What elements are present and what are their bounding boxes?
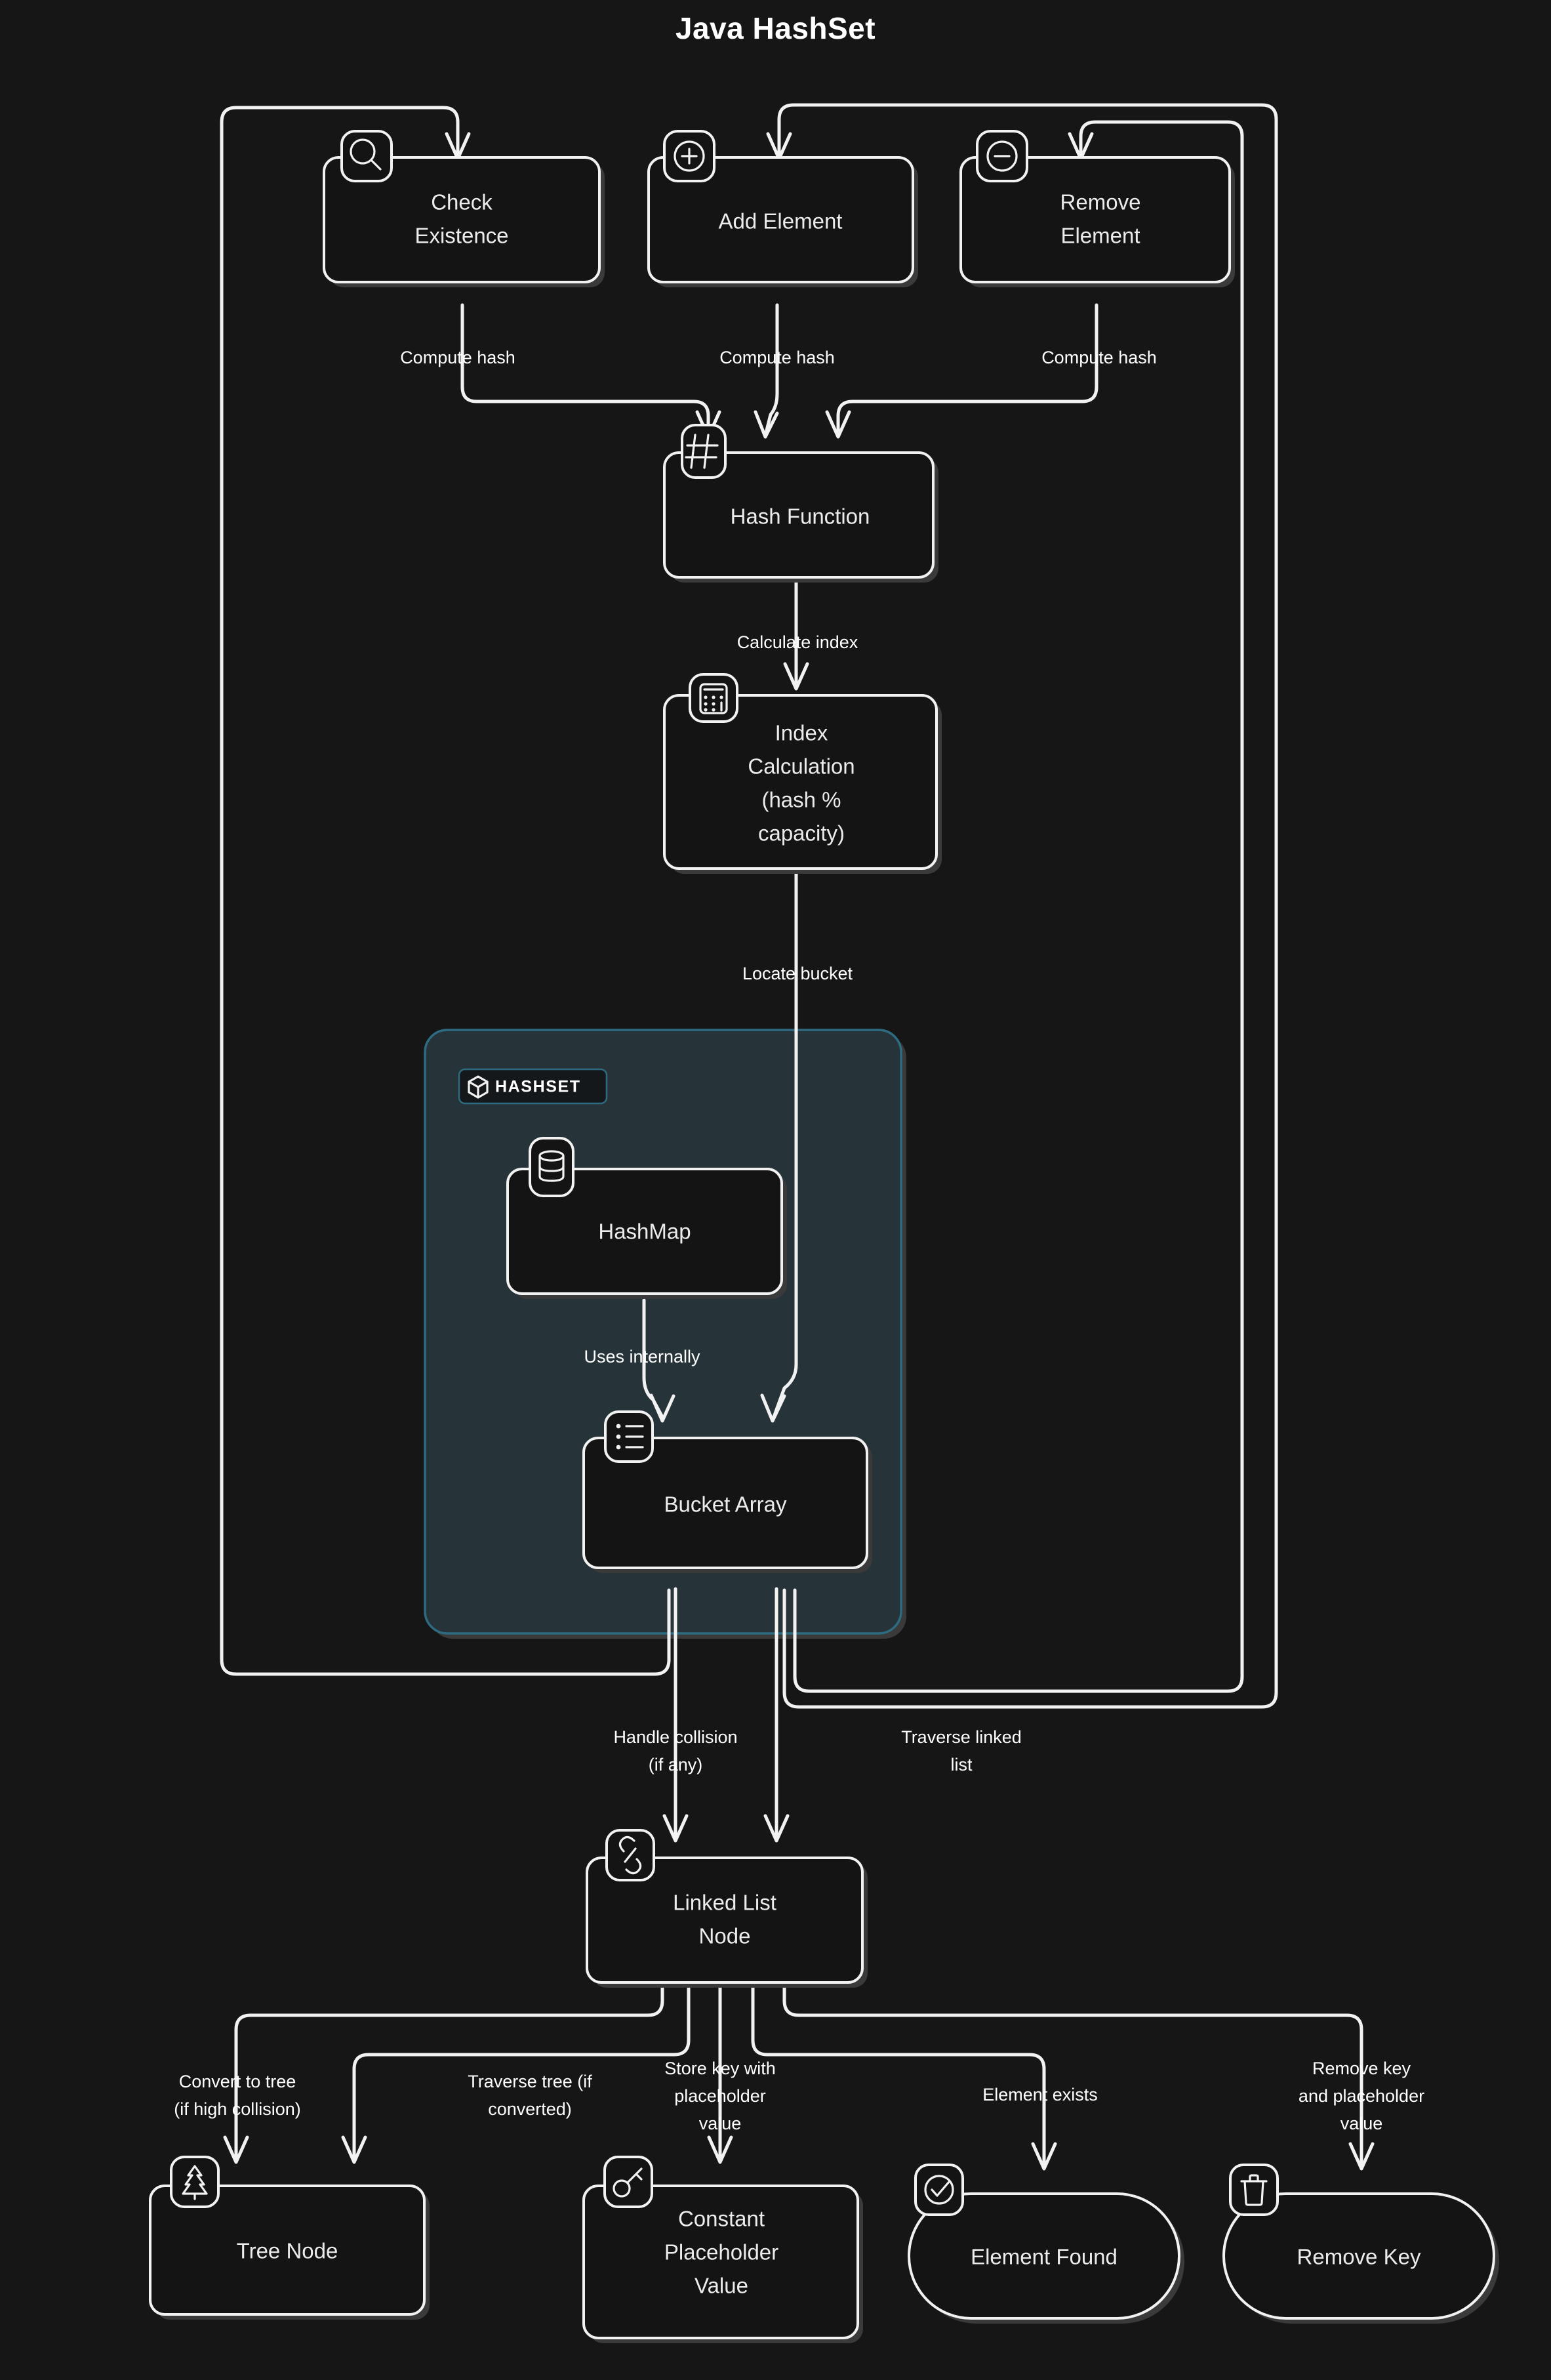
tree-icon	[170, 2156, 220, 2208]
edge-label-calculate-index: Calculate index	[737, 632, 858, 652]
key-icon	[603, 2156, 653, 2208]
svg-text:converted): converted)	[488, 2099, 572, 2119]
node-label: Calculation	[748, 754, 855, 779]
node-label: Element Found	[971, 2245, 1118, 2269]
node-constant-placeholder-value[interactable]: Constant Placeholder Value	[582, 2156, 863, 2343]
list-icon	[604, 1410, 654, 1463]
node-label: Existence	[414, 224, 508, 248]
plus-circle-icon	[663, 130, 715, 182]
minus-circle-icon	[976, 130, 1028, 182]
edge-label-traverse-linked-list: Traverse linked list	[901, 1727, 1022, 1775]
edge-arrowhead	[754, 410, 779, 439]
node-label: Element	[1060, 224, 1140, 248]
calculator-icon	[689, 673, 738, 723]
svg-text:list: list	[951, 1755, 973, 1775]
node-remove-key[interactable]: Remove Key	[1222, 2164, 1499, 2324]
node-label: Constant	[678, 2207, 765, 2231]
node-label: Remove	[1060, 190, 1141, 215]
node-label: Value	[695, 2274, 748, 2298]
svg-text:placeholder: placeholder	[674, 2086, 766, 2106]
node-linked-list-node[interactable]: Linked List Node	[586, 1829, 868, 1988]
svg-text:Traverse linked: Traverse linked	[901, 1727, 1022, 1747]
svg-text:Convert to tree: Convert to tree	[179, 2072, 296, 2091]
svg-text:(if any): (if any)	[649, 1755, 703, 1775]
node-label: Node	[699, 1924, 751, 1948]
svg-text:value: value	[699, 2114, 742, 2133]
node-label: (hash %	[761, 788, 841, 812]
svg-text:Store key with: Store key with	[664, 2059, 776, 2078]
flowchart-canvas: Java HashSet HASHSET Compute hash Comput…	[0, 0, 1551, 2380]
node-index-calculation[interactable]: Index Calculation (hash % capacity)	[663, 673, 942, 874]
subgraph-label: HASHSET	[495, 1078, 581, 1096]
link-icon	[605, 1829, 655, 1881]
svg-text:and placeholder: and placeholder	[1299, 2086, 1424, 2106]
edge-check-to-hashfn	[460, 303, 710, 435]
edge-linked-to-found	[751, 1966, 1046, 2167]
node-label: Hash Function	[731, 504, 870, 529]
node-check-existence[interactable]: Check Existence	[323, 130, 605, 287]
check-circle-icon	[914, 2164, 964, 2216]
node-remove-element[interactable]: Remove Element	[959, 130, 1235, 287]
svg-text:Traverse tree (if: Traverse tree (if	[468, 2072, 592, 2091]
node-label: capacity)	[758, 821, 845, 846]
node-label: Tree Node	[237, 2239, 338, 2263]
node-label: Remove Key	[1297, 2245, 1421, 2269]
edge-label-locate-bucket: Locate bucket	[742, 964, 853, 983]
database-icon	[529, 1137, 574, 1197]
svg-text:Remove key: Remove key	[1312, 2059, 1411, 2078]
hash-icon	[681, 424, 727, 479]
node-element-found[interactable]: Element Found	[908, 2164, 1184, 2324]
node-label: Bucket Array	[664, 1492, 787, 1517]
edge-remove-to-hashfn	[836, 303, 1098, 435]
edge-label-store-key: Store key with placeholder value	[664, 2059, 776, 2133]
node-tree-node[interactable]: Tree Node	[149, 2156, 430, 2320]
edge-linked-to-tree-convert	[234, 1966, 664, 2160]
node-label: Placeholder	[664, 2240, 778, 2265]
flowchart-svg: HASHSET Compute hash Compute hash Comput…	[149, 103, 1499, 2343]
node-label: Index	[775, 721, 828, 745]
svg-text:(if high collision): (if high collision)	[174, 2099, 301, 2119]
node-hash-function[interactable]: Hash Function	[663, 424, 938, 583]
node-label: Linked List	[673, 1891, 776, 1915]
node-label: Add Element	[719, 209, 843, 234]
edge-linked-to-tree-traverse	[352, 1966, 691, 2160]
node-label: Check	[431, 190, 493, 215]
edge-label-element-exists: Element exists	[982, 2085, 1098, 2104]
svg-text:value: value	[1340, 2114, 1383, 2133]
node-add-element[interactable]: Add Element	[647, 130, 918, 287]
search-icon	[340, 130, 393, 182]
svg-text:Handle collision: Handle collision	[613, 1727, 737, 1747]
edge-label-uses-internally: Uses internally	[584, 1347, 700, 1366]
node-label: HashMap	[598, 1220, 691, 1244]
trash-icon	[1229, 2164, 1279, 2216]
edge-label-compute-hash-3: Compute hash	[1041, 348, 1157, 367]
edge-label-compute-hash-2: Compute hash	[719, 348, 835, 367]
edge-label-traverse-tree: Traverse tree (if converted)	[468, 2072, 592, 2119]
edge-label-compute-hash-1: Compute hash	[400, 348, 515, 367]
edge-label-remove-key: Remove key and placeholder value	[1299, 2059, 1424, 2133]
edge-linked-to-removekey	[782, 1966, 1363, 2167]
